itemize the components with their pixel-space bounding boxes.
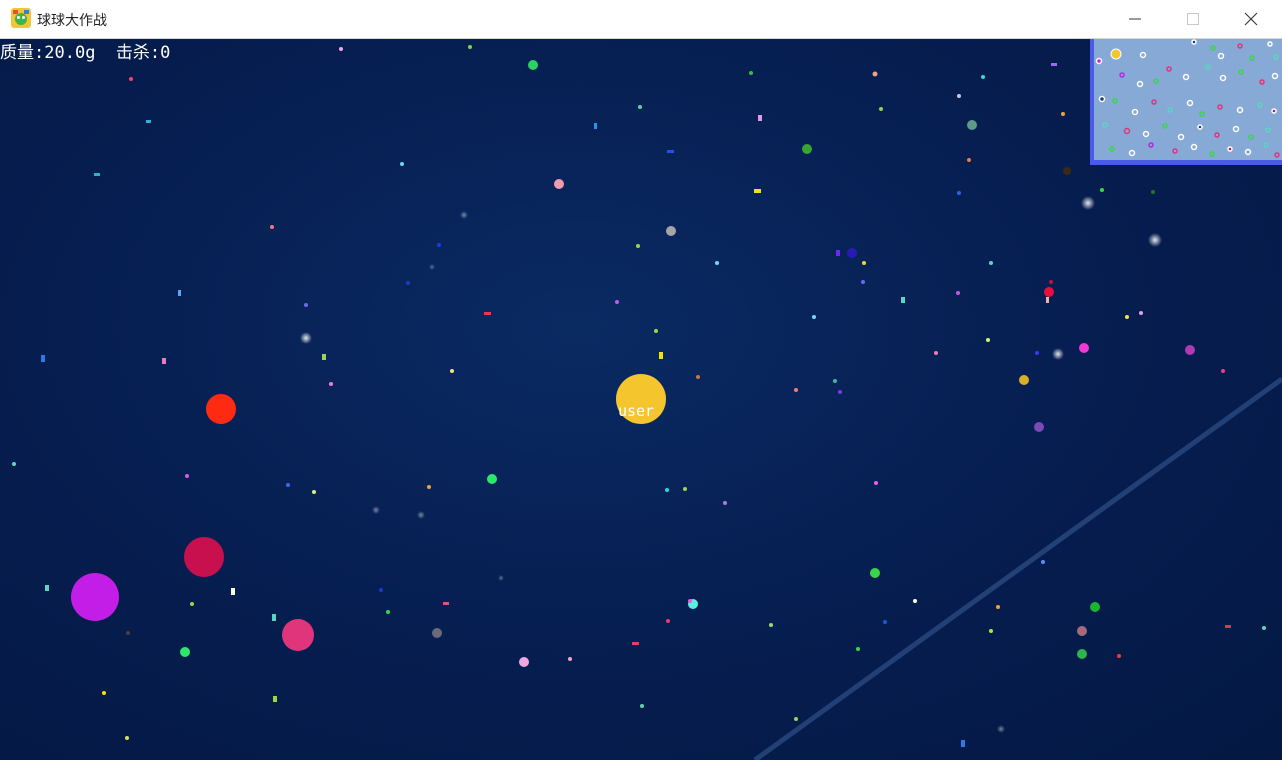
game-canvas[interactable]: user 质量:20.0g 击杀:0	[0, 39, 1282, 760]
kills-value: 0	[160, 43, 171, 63]
background-stars	[300, 196, 1162, 733]
game-window: 球球大作战 user 质量:20.0g 击杀:0	[0, 0, 1282, 760]
enemy-cell-purple	[71, 573, 119, 621]
title-bar[interactable]: 球球大作战	[0, 0, 1282, 39]
minimap[interactable]	[1090, 39, 1282, 165]
player-cell: user	[616, 374, 666, 424]
game-app-icon	[11, 8, 31, 28]
close-icon	[1244, 12, 1258, 26]
enemy-cell-red	[206, 394, 236, 424]
minimize-button[interactable]	[1106, 0, 1164, 38]
enemy-cell-pink	[282, 619, 314, 651]
mass-value: 20.0g	[44, 43, 96, 63]
minimap-player-marker	[1110, 48, 1122, 60]
light-streak	[753, 376, 1282, 760]
player-name: user	[618, 402, 654, 420]
close-button[interactable]	[1222, 0, 1280, 38]
kills-label: 击杀:	[115, 43, 161, 63]
enemy-cell-crimson	[184, 537, 224, 577]
maximize-icon	[1187, 13, 1199, 25]
minimize-icon	[1129, 18, 1141, 20]
mass-label: 质量:	[0, 43, 45, 63]
maximize-button[interactable]	[1164, 0, 1222, 38]
window-title: 球球大作战	[37, 13, 107, 29]
hud-stats: 质量:20.0g 击杀:0	[0, 39, 170, 63]
